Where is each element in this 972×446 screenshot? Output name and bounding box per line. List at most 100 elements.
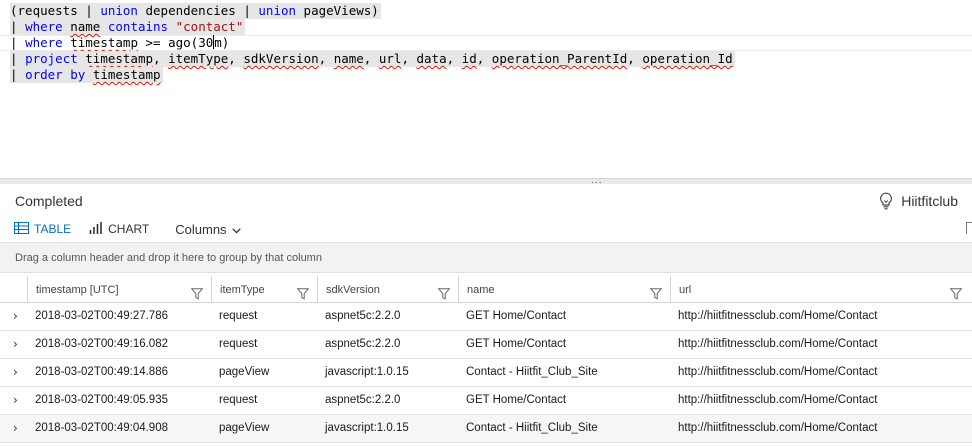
field-timestamp: timestamp bbox=[92, 67, 161, 82]
pane-splitter[interactable]: ... bbox=[0, 177, 972, 186]
keyword-project: project bbox=[25, 51, 78, 66]
query-line-5[interactable]: | order by timestamp bbox=[10, 67, 163, 83]
keyword-where: where bbox=[25, 35, 63, 50]
keyword-where: where bbox=[25, 19, 63, 34]
cell-sdkversion: javascript:1.0.15 bbox=[325, 366, 409, 378]
column-header-sdkversion[interactable]: sdkVersion bbox=[317, 276, 458, 303]
separator-token: , bbox=[363, 51, 379, 66]
query-status: Completed bbox=[15, 193, 83, 209]
column-header-label: sdkVersion bbox=[326, 284, 380, 296]
cell-name: GET Home/Contact bbox=[466, 338, 567, 350]
panel-edge-icon bbox=[966, 222, 972, 234]
pipe-token: | bbox=[10, 35, 26, 50]
cell-url: http://hiitfitnessclub.com/Home/Contact bbox=[678, 394, 878, 406]
results-toolbar: TABLE CHART Columns bbox=[14, 220, 241, 238]
project-column: id bbox=[461, 51, 477, 66]
code-token: >= ago( bbox=[137, 35, 199, 50]
table-view-button[interactable]: TABLE bbox=[14, 221, 72, 237]
chevron-right-icon[interactable]: › bbox=[13, 387, 18, 414]
group-by-drop-zone[interactable]: Drag a column header and drop it here to… bbox=[0, 242, 972, 273]
separator-token: , bbox=[228, 51, 244, 66]
project-column: name bbox=[333, 51, 364, 66]
query-editor[interactable]: (requests | union dependencies | union p… bbox=[0, 0, 972, 178]
pipe-token: | bbox=[10, 19, 26, 34]
code-token: dependencies bbox=[137, 3, 244, 18]
cell-sdkversion: aspnet5c:2.2.0 bbox=[325, 338, 401, 350]
project-column: itemType bbox=[168, 51, 229, 66]
cell-itemtype: request bbox=[219, 338, 258, 350]
separator-token: , bbox=[627, 51, 643, 66]
group-by-hint: Drag a column header and drop it here to… bbox=[15, 252, 322, 264]
query-line-1[interactable]: (requests | union dependencies | union p… bbox=[10, 3, 381, 19]
column-header-itemtype[interactable]: itemType bbox=[211, 276, 317, 303]
pipe-token: | bbox=[10, 51, 26, 66]
cell-url: http://hiitfitnessclub.com/Home/Contact bbox=[678, 422, 878, 434]
columns-dropdown[interactable]: Columns bbox=[175, 221, 241, 237]
cell-timestamp: 2018-03-02T00:49:27.786 bbox=[35, 310, 168, 322]
chart-view-label: CHART bbox=[108, 222, 150, 236]
project-column: data bbox=[416, 51, 447, 66]
chevron-right-icon[interactable]: › bbox=[13, 331, 18, 358]
table-row[interactable]: › 2018-03-02T00:49:04.908 pageView javas… bbox=[0, 415, 972, 443]
column-header-label: itemType bbox=[220, 284, 265, 296]
cell-name: Contact - Hiitfit_Club_Site bbox=[466, 366, 598, 378]
code-token: (requests bbox=[10, 3, 86, 18]
table-view-label: TABLE bbox=[34, 222, 72, 236]
chart-view-button[interactable]: CHART bbox=[89, 221, 150, 237]
cell-itemtype: pageView bbox=[219, 422, 270, 434]
project-column: timestamp bbox=[85, 51, 154, 66]
grid-header: timestamp [UTC] itemType sdkVersion name… bbox=[0, 276, 972, 303]
query-line-2[interactable]: | where name contains "contact" bbox=[10, 19, 246, 35]
column-header-url[interactable]: url bbox=[670, 276, 970, 303]
code-token: m) bbox=[214, 35, 230, 50]
keyword-by: by bbox=[70, 67, 86, 82]
cell-timestamp: 2018-03-02T00:49:04.908 bbox=[35, 422, 168, 434]
chevron-right-icon[interactable]: › bbox=[13, 303, 18, 330]
chevron-right-icon[interactable]: › bbox=[13, 359, 18, 386]
cell-name: GET Home/Contact bbox=[466, 394, 567, 406]
cell-url: http://hiitfitnessclub.com/Home/Contact bbox=[678, 338, 878, 350]
chevron-right-icon[interactable]: › bbox=[13, 415, 18, 442]
code-token: pageViews) bbox=[296, 3, 379, 18]
cell-timestamp: 2018-03-02T00:49:05.935 bbox=[35, 394, 168, 406]
cell-timestamp: 2018-03-02T00:49:16.082 bbox=[35, 338, 168, 350]
splitter-grip-icon[interactable]: ... bbox=[591, 177, 603, 186]
keyword-union: union bbox=[100, 3, 138, 18]
results-grid: timestamp [UTC] itemType sdkVersion name… bbox=[0, 276, 972, 443]
column-header-name[interactable]: name bbox=[458, 276, 670, 303]
keyword-contains: contains bbox=[107, 19, 169, 34]
query-line-3[interactable]: | where timestamp >= ago(30m) bbox=[10, 35, 231, 51]
cell-timestamp: 2018-03-02T00:49:14.886 bbox=[35, 366, 168, 378]
table-row[interactable]: › 2018-03-02T00:49:05.935 request aspnet… bbox=[0, 387, 972, 415]
string-literal: "contact" bbox=[175, 19, 244, 34]
pipe-token: | bbox=[10, 67, 26, 82]
cell-itemtype: request bbox=[219, 394, 258, 406]
column-header-timestamp[interactable]: timestamp [UTC] bbox=[27, 276, 211, 303]
bar-chart-icon bbox=[89, 221, 103, 237]
query-line-4[interactable]: | project timestamp, itemType, sdkVersio… bbox=[10, 51, 735, 67]
cell-itemtype: pageView bbox=[219, 366, 270, 378]
cell-sdkversion: aspnet5c:2.2.0 bbox=[325, 310, 401, 322]
cell-sdkversion: javascript:1.0.15 bbox=[325, 422, 409, 434]
separator-token: , bbox=[401, 51, 417, 66]
chevron-down-icon bbox=[231, 222, 241, 237]
table-row[interactable]: › 2018-03-02T00:49:27.786 request aspnet… bbox=[0, 303, 972, 331]
table-row[interactable]: › 2018-03-02T00:49:14.886 pageView javas… bbox=[0, 359, 972, 387]
columns-label: Columns bbox=[175, 221, 227, 237]
column-header-label: timestamp [UTC] bbox=[36, 284, 119, 296]
table-row[interactable]: › 2018-03-02T00:49:16.082 request aspnet… bbox=[0, 331, 972, 359]
separator-token: , bbox=[446, 51, 462, 66]
cell-url: http://hiitfitnessclub.com/Home/Contact bbox=[678, 310, 878, 322]
project-column: operation_Id bbox=[642, 51, 733, 66]
code-token: | bbox=[243, 3, 259, 18]
cell-itemtype: request bbox=[219, 310, 258, 322]
separator-token: , bbox=[153, 51, 169, 66]
resource-indicator[interactable]: Hiitfitclub bbox=[879, 192, 958, 210]
cell-name: Contact - Hiitfit_Club_Site bbox=[466, 422, 598, 434]
separator-token: , bbox=[476, 51, 492, 66]
cell-sdkversion: aspnet5c:2.2.0 bbox=[325, 394, 401, 406]
separator-token: , bbox=[318, 51, 334, 66]
